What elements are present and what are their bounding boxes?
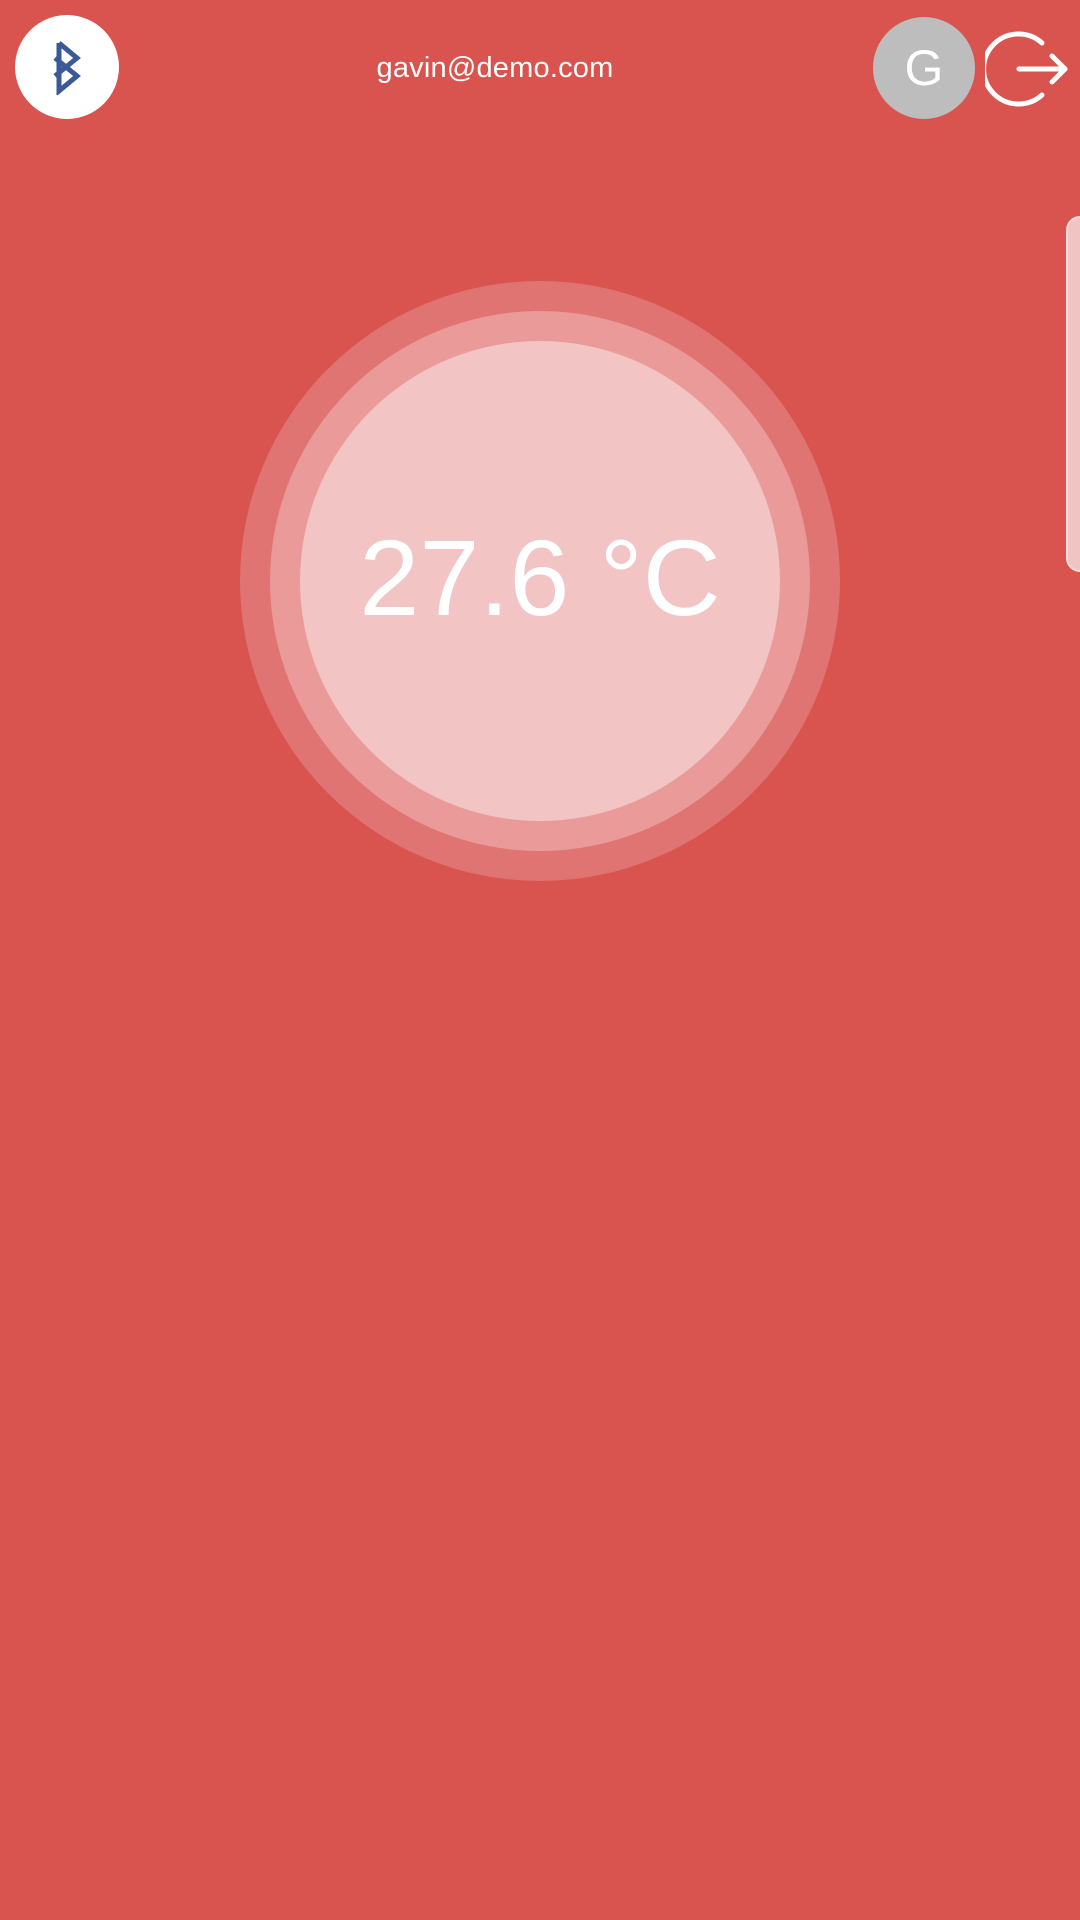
avatar[interactable]: G [873, 17, 975, 119]
user-email: gavin@demo.com [376, 52, 614, 84]
avatar-initial: G [904, 40, 944, 96]
temperature-gauge: 27.6 °C [240, 281, 840, 881]
app-screen: gavin@demo.com G 27.6 °C [0, 0, 1080, 1920]
logout-button[interactable] [985, 26, 1071, 112]
side-drawer-handle[interactable] [1066, 216, 1080, 572]
logout-icon [985, 31, 1068, 107]
temperature-reading: 27.6 °C [359, 517, 721, 638]
